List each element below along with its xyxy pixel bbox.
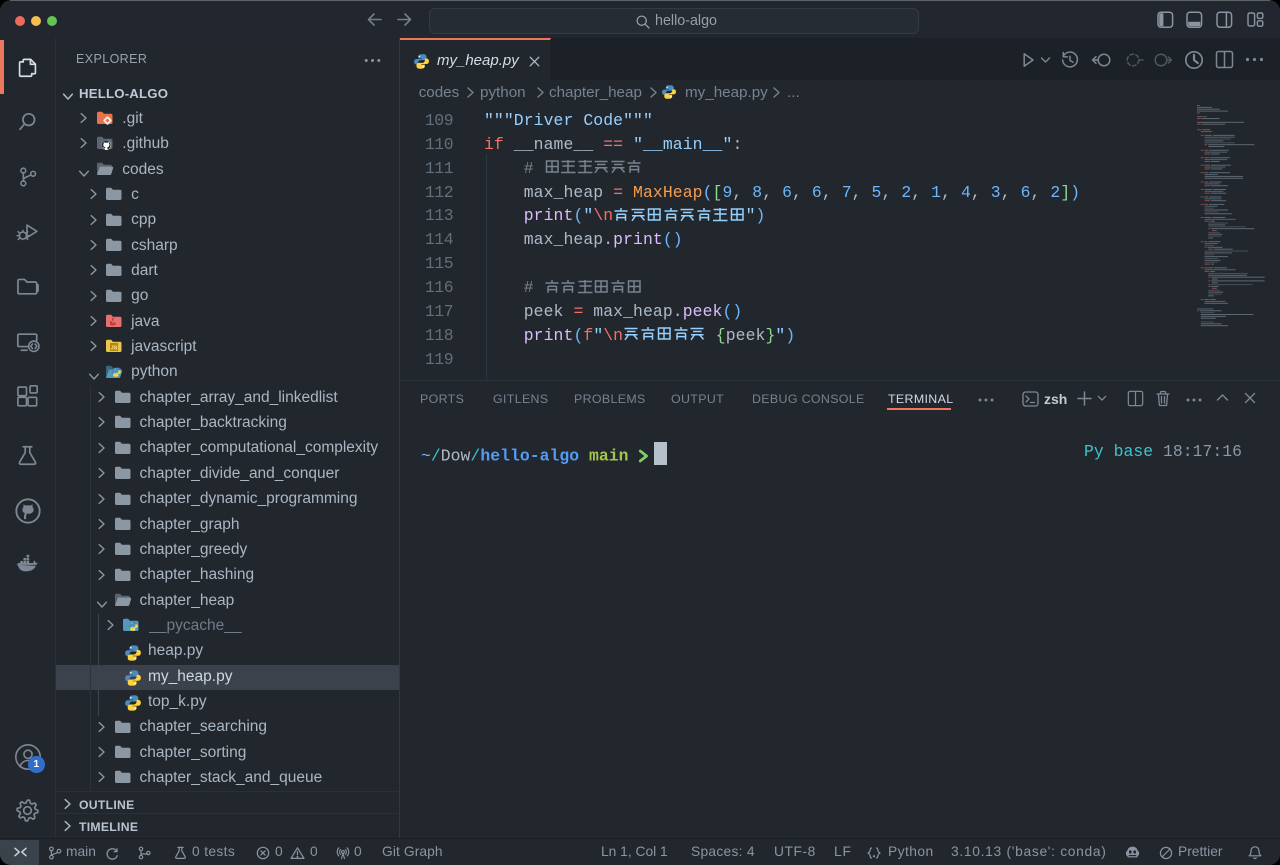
svg-text:JS: JS	[110, 346, 117, 352]
